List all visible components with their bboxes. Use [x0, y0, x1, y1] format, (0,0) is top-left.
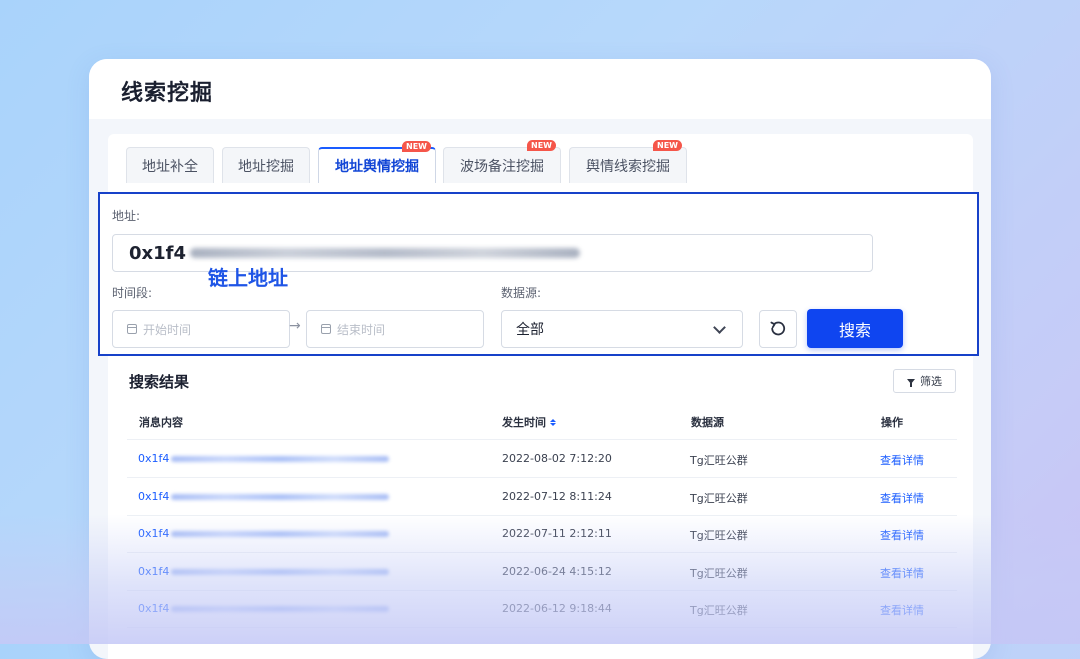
message-prefix: 0x1f4	[138, 565, 170, 578]
chevron-down-icon	[713, 320, 726, 334]
reset-button[interactable]	[759, 310, 797, 348]
filter-label: 筛选	[920, 375, 942, 388]
column-header-source: 数据源	[691, 416, 724, 429]
tab-address-mining[interactable]: 地址挖掘	[222, 147, 310, 183]
range-separator: →	[289, 318, 301, 334]
view-details-link[interactable]: 查看详情	[880, 452, 924, 468]
start-date-placeholder: 开始时间	[143, 322, 192, 337]
table-row: 0x1f4 2022-07-11 2:12:11 Tg汇旺公群 查看详情	[89, 515, 991, 552]
chain-address-annotation: 链上地址	[208, 266, 288, 290]
data-source: Tg汇旺公群	[690, 567, 748, 580]
message-prefix: 0x1f4	[138, 527, 170, 540]
blurred-content	[171, 530, 390, 537]
address-value: 0x1f4	[129, 242, 187, 264]
data-source: Tg汇旺公群	[690, 604, 748, 617]
message-prefix: 0x1f4	[138, 452, 170, 465]
message-content[interactable]: 0x1f4	[138, 565, 390, 578]
blurred-content	[171, 455, 390, 462]
column-header-time-label: 发生时间	[502, 416, 546, 429]
new-badge: NEW	[527, 140, 556, 151]
new-badge: NEW	[653, 140, 682, 151]
blurred-content	[171, 568, 390, 575]
message-prefix: 0x1f4	[138, 602, 170, 615]
message-prefix: 0x1f4	[138, 490, 170, 503]
occurred-time: 2022-07-12 8:11:24	[502, 490, 612, 503]
data-source-select[interactable]: 全部	[501, 310, 743, 348]
occurred-time: 2022-08-02 7:12:20	[502, 452, 612, 465]
calendar-icon	[127, 324, 137, 334]
view-details-link[interactable]: 查看详情	[880, 490, 924, 506]
search-button[interactable]: 搜索	[807, 309, 903, 348]
view-details-link[interactable]: 查看详情	[880, 602, 924, 618]
results-title: 搜索结果	[129, 373, 190, 391]
message-content[interactable]: 0x1f4	[138, 490, 390, 503]
message-content[interactable]: 0x1f4	[138, 527, 390, 540]
end-date-input[interactable]: 结束时间	[306, 310, 484, 348]
tab-tron-note-mining[interactable]: 波场备注挖掘 NEW	[443, 140, 561, 183]
card-header: 线索挖掘	[89, 59, 991, 119]
tab-label: 舆情线索挖掘	[586, 158, 670, 175]
table-row: 0x1f4 2022-06-12 9:18:44 Tg汇旺公群 查看详情	[89, 590, 991, 627]
column-header-content: 消息内容	[139, 416, 183, 429]
blurred-content	[171, 605, 390, 612]
data-source: Tg汇旺公群	[690, 529, 748, 542]
occurred-time: 2022-06-12 9:18:44	[502, 602, 612, 615]
table-row: 0x1f4 2022-06-24 4:15:12 Tg汇旺公群 查看详情	[89, 553, 991, 590]
blurred-content	[171, 493, 390, 500]
end-date-placeholder: 结束时间	[337, 322, 386, 337]
filter-button[interactable]: 筛选	[893, 369, 956, 393]
data-source: Tg汇旺公群	[690, 454, 748, 467]
data-source-label: 数据源:	[501, 286, 542, 300]
tab-label: 地址舆情挖掘	[335, 159, 419, 175]
occurred-time: 2022-07-11 2:12:11	[502, 527, 612, 540]
tab-label: 地址补全	[142, 158, 198, 175]
blurred-address	[190, 248, 581, 258]
tab-address-sentiment-mining[interactable]: 地址舆情挖掘 NEW	[318, 141, 436, 183]
calendar-icon	[321, 324, 331, 334]
message-content[interactable]: 0x1f4	[138, 602, 390, 615]
column-header-action: 操作	[881, 416, 903, 429]
data-source-value: 全部	[516, 322, 544, 338]
occurred-time: 2022-06-24 4:15:12	[502, 565, 612, 578]
tab-label: 地址挖掘	[238, 158, 294, 175]
new-badge: NEW	[402, 141, 431, 152]
refresh-icon	[770, 321, 786, 336]
table-divider	[127, 627, 957, 628]
message-content[interactable]: 0x1f4	[138, 452, 390, 465]
tab-address-complete[interactable]: 地址补全	[126, 147, 214, 183]
table-row: 0x1f4 2022-07-12 8:11:24 Tg汇旺公群 查看详情	[89, 478, 991, 515]
filter-icon	[907, 378, 915, 387]
table-row: 0x1f4 2022-08-02 7:12:20 Tg汇旺公群 查看详情	[89, 440, 991, 477]
tab-sentiment-lead-mining[interactable]: 舆情线索挖掘 NEW	[569, 140, 687, 183]
tab-label: 波场备注挖掘	[460, 158, 544, 175]
page-title: 线索挖掘	[121, 81, 214, 106]
data-source: Tg汇旺公群	[690, 492, 748, 505]
view-details-link[interactable]: 查看详情	[880, 565, 924, 581]
sort-icon[interactable]	[550, 418, 556, 426]
view-details-link[interactable]: 查看详情	[880, 527, 924, 543]
main-card: 线索挖掘 地址补全 地址挖掘 地址舆情挖掘 NEW 波场备注挖掘 NEW 舆情线…	[89, 59, 991, 659]
start-date-input[interactable]: 开始时间	[112, 310, 290, 348]
time-range-label: 时间段:	[112, 286, 153, 300]
column-header-time[interactable]: 发生时间	[502, 414, 556, 430]
address-label: 地址:	[112, 209, 141, 223]
